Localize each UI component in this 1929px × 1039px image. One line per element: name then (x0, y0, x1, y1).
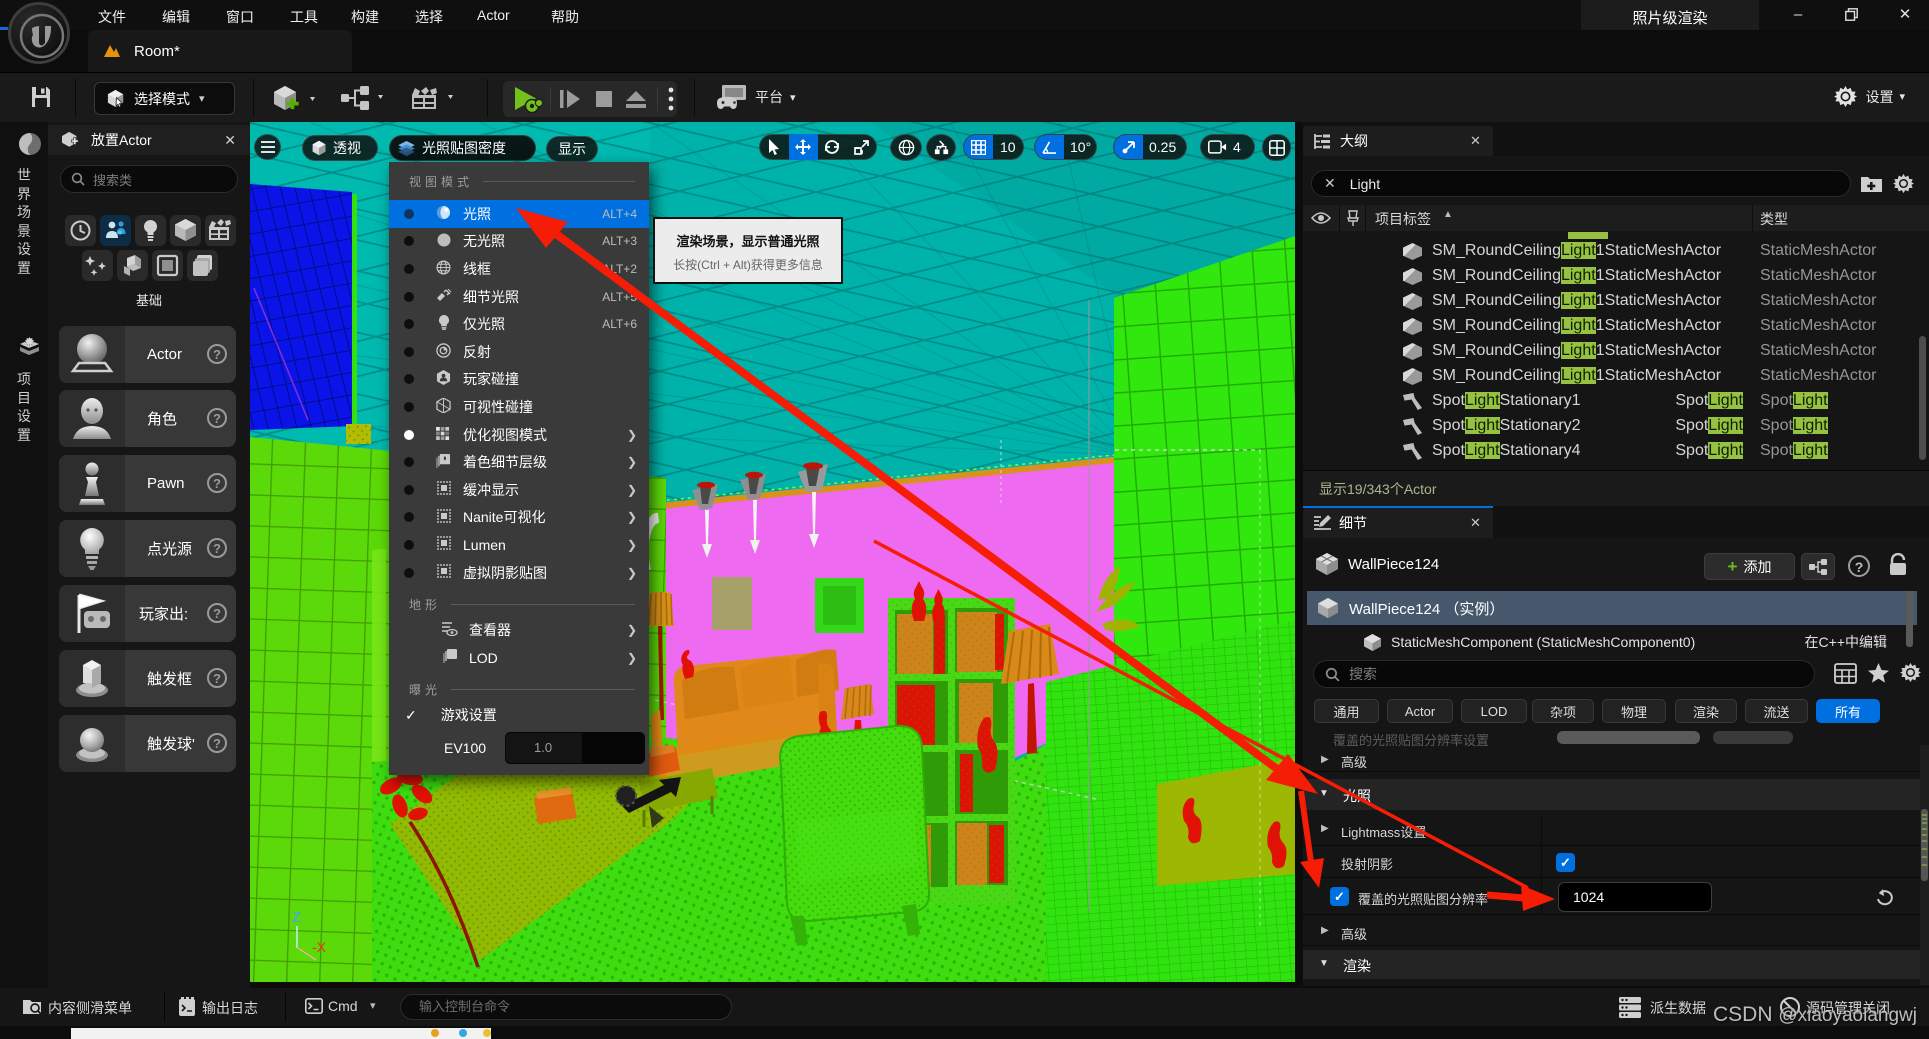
svg-text:-X: -X (312, 939, 327, 955)
svg-text:Z: Z (292, 909, 301, 926)
